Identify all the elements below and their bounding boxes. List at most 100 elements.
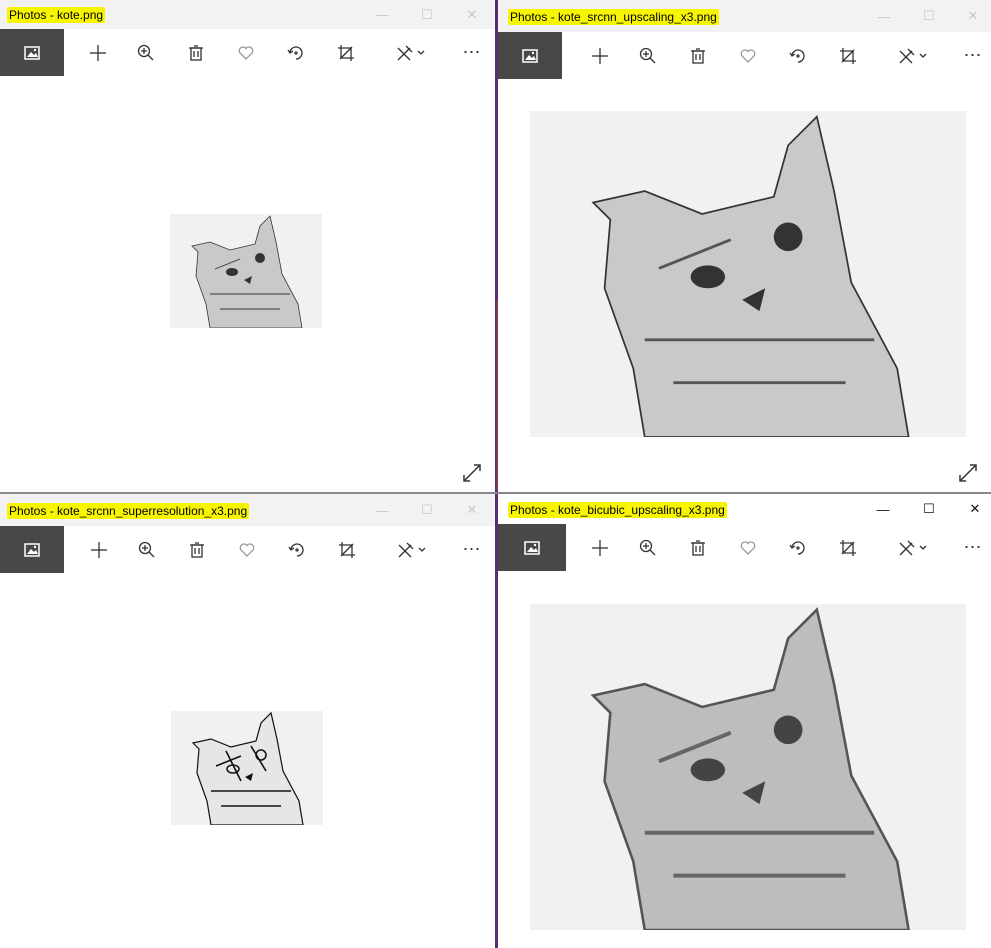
close-button[interactable]: ✕ xyxy=(449,0,495,29)
zoom-in-icon xyxy=(138,541,155,557)
photo[interactable] xyxy=(530,604,966,930)
image-icon xyxy=(524,540,540,555)
favorite-button[interactable] xyxy=(226,29,266,76)
zoom-in-icon xyxy=(639,539,656,555)
minimize-button[interactable]: — xyxy=(860,494,906,524)
favorite-button[interactable] xyxy=(728,524,768,571)
minimize-button[interactable]: — xyxy=(359,494,405,526)
zoom-button[interactable] xyxy=(126,29,166,76)
window-title: Photos - kote.png xyxy=(7,7,106,23)
rotate-button[interactable] xyxy=(778,32,818,79)
close-button[interactable]: ✕ xyxy=(449,494,495,526)
view-all-photos-button[interactable] xyxy=(0,526,64,573)
add-button[interactable] xyxy=(78,29,118,76)
edit-draw-button[interactable] xyxy=(890,32,940,79)
heart-icon xyxy=(239,542,255,557)
trash-icon xyxy=(189,44,203,61)
edit-draw-icon xyxy=(397,45,425,60)
zoom-button[interactable] xyxy=(127,526,167,573)
title-bar[interactable]: Photos - kote_srcnn_superresolution_x3.p… xyxy=(0,494,495,526)
rotate-button[interactable] xyxy=(277,526,317,573)
crop-button[interactable] xyxy=(326,29,366,76)
trash-icon xyxy=(691,47,705,64)
crop-icon xyxy=(840,539,856,556)
add-button[interactable] xyxy=(580,524,620,571)
minimize-button[interactable]: — xyxy=(861,0,907,32)
heart-icon xyxy=(238,45,254,60)
edit-draw-icon xyxy=(899,540,927,555)
edit-draw-button[interactable] xyxy=(890,524,940,571)
delete-button[interactable] xyxy=(678,524,718,571)
toolbar: ⋯ xyxy=(0,526,495,573)
edit-draw-button[interactable] xyxy=(389,526,439,573)
photos-window-2: Photos - kote_srcnn_upscaling_x3.png — ☐… xyxy=(498,0,991,492)
photos-window-3: Photos - kote_srcnn_superresolution_x3.p… xyxy=(0,494,495,948)
cat-sketch-image xyxy=(170,214,322,328)
minimize-button[interactable]: — xyxy=(359,0,405,29)
edit-draw-icon xyxy=(899,48,927,63)
full-screen-button[interactable] xyxy=(957,462,979,484)
rotate-icon xyxy=(789,48,805,63)
image-icon xyxy=(24,542,40,557)
add-button[interactable] xyxy=(580,32,620,79)
photo[interactable] xyxy=(530,111,966,437)
title-bar[interactable]: Photos - kote_srcnn_upscaling_x3.png — ☐… xyxy=(498,0,991,32)
full-screen-button[interactable] xyxy=(461,462,483,484)
photo[interactable] xyxy=(171,711,323,825)
title-bar[interactable]: Photos - kote_bicubic_upscaling_x3.png —… xyxy=(498,494,991,524)
maximize-button[interactable]: ☐ xyxy=(404,0,450,29)
zoom-button[interactable] xyxy=(628,32,668,79)
more-button[interactable]: ⋯ xyxy=(953,524,991,571)
edit-draw-icon xyxy=(398,542,426,557)
cat-sketch-image xyxy=(171,711,323,825)
rotate-icon xyxy=(287,45,303,60)
more-button[interactable]: ⋯ xyxy=(452,526,492,573)
zoom-in-icon xyxy=(639,47,656,63)
trash-icon xyxy=(190,541,204,558)
expand-icon xyxy=(463,464,481,482)
close-button[interactable]: ✕ xyxy=(952,494,991,524)
crop-button[interactable] xyxy=(327,526,367,573)
photo[interactable] xyxy=(170,214,322,328)
crop-icon xyxy=(339,541,355,558)
crop-button[interactable] xyxy=(828,524,868,571)
view-all-photos-button[interactable] xyxy=(0,29,64,76)
delete-button[interactable] xyxy=(678,32,718,79)
trash-icon xyxy=(691,539,705,556)
maximize-button[interactable]: ☐ xyxy=(906,494,952,524)
favorite-button[interactable] xyxy=(227,526,267,573)
crop-button[interactable] xyxy=(828,32,868,79)
image-icon xyxy=(522,48,538,63)
rotate-icon xyxy=(789,540,805,555)
toolbar: ⋯ xyxy=(498,32,991,79)
edit-draw-button[interactable] xyxy=(388,29,438,76)
photos-window-1: Photos - kote.png — ☐ ✕ ⋯ xyxy=(0,0,495,492)
view-all-photos-button[interactable] xyxy=(498,524,566,571)
view-all-photos-button[interactable] xyxy=(498,32,562,79)
more-button[interactable]: ⋯ xyxy=(953,32,991,79)
delete-button[interactable] xyxy=(177,526,217,573)
maximize-button[interactable]: ☐ xyxy=(404,494,450,526)
window-title: Photos - kote_srcnn_superresolution_x3.p… xyxy=(7,503,250,519)
close-button[interactable]: ✕ xyxy=(950,0,991,32)
rotate-button[interactable] xyxy=(276,29,316,76)
expand-icon xyxy=(959,464,977,482)
window-title: Photos - kote_bicubic_upscaling_x3.png xyxy=(508,502,727,518)
delete-button[interactable] xyxy=(176,29,216,76)
favorite-button[interactable] xyxy=(728,32,768,79)
add-button[interactable] xyxy=(79,526,119,573)
photos-window-4: Photos - kote_bicubic_upscaling_x3.png —… xyxy=(498,494,991,948)
rotate-button[interactable] xyxy=(778,524,818,571)
plus-icon xyxy=(91,541,107,558)
zoom-button[interactable] xyxy=(628,524,668,571)
cat-sketch-image xyxy=(530,111,966,437)
plus-icon xyxy=(592,539,608,556)
rotate-icon xyxy=(288,542,304,557)
maximize-button[interactable]: ☐ xyxy=(906,0,952,32)
toolbar: ⋯ xyxy=(0,29,495,76)
more-button[interactable]: ⋯ xyxy=(452,29,492,76)
title-bar[interactable]: Photos - kote.png — ☐ ✕ xyxy=(0,0,495,29)
crop-icon xyxy=(338,44,354,61)
plus-icon xyxy=(90,44,106,61)
cat-sketch-image xyxy=(530,604,966,930)
